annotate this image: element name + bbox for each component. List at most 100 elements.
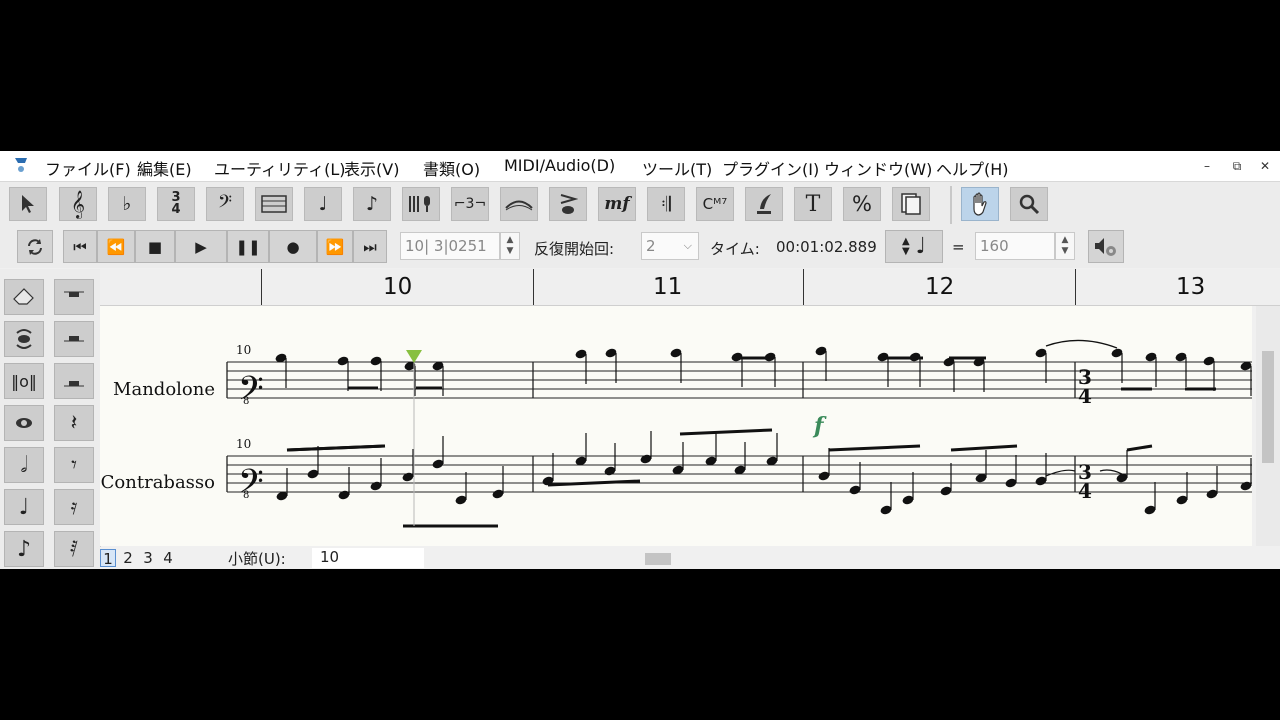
- page-layout-tool-button[interactable]: [892, 187, 930, 221]
- key-signature-tool-button[interactable]: ♭: [108, 187, 146, 221]
- hand-grabber-tool-button[interactable]: [961, 187, 999, 221]
- ruler-measure-number[interactable]: 13: [1176, 274, 1205, 300]
- quarter-note-icon: ♩: [18, 494, 30, 520]
- tie: [1045, 469, 1076, 477]
- time-value: 00:01:02.889: [776, 238, 877, 256]
- rewind-icon: ⏪: [106, 237, 126, 256]
- vertical-scrollbar[interactable]: [1256, 306, 1280, 546]
- eighth-rest-button[interactable]: 𝄾: [54, 447, 94, 483]
- repeat-start-select[interactable]: 2 ⌵: [641, 232, 699, 260]
- page-3-button[interactable]: 3: [140, 549, 156, 567]
- half-note-button[interactable]: 𝅗𝅥: [4, 447, 44, 483]
- half-rest-button[interactable]: [54, 321, 94, 357]
- stop-button[interactable]: ■: [135, 230, 175, 263]
- minimize-button[interactable]: –: [1192, 154, 1222, 178]
- text-tool-button[interactable]: T: [794, 187, 832, 221]
- measure-tool-button[interactable]: [255, 187, 293, 221]
- simple-entry-button[interactable]: ♩: [304, 187, 342, 221]
- vertical-scroll-thumb[interactable]: [1262, 351, 1274, 463]
- eraser-button[interactable]: [4, 279, 44, 315]
- double-whole-note-button[interactable]: ‖o‖: [4, 363, 44, 399]
- menu-help[interactable]: ヘルプ(H): [936, 156, 1009, 180]
- page-4-button[interactable]: 4: [160, 549, 176, 567]
- rewind-button[interactable]: ⏪: [97, 230, 135, 263]
- clef-tool-button[interactable]: 𝄢: [206, 187, 244, 221]
- whole-note-button[interactable]: [4, 405, 44, 441]
- zoom-tool-button[interactable]: [1010, 187, 1048, 221]
- ruler-measure-number[interactable]: 10: [383, 274, 412, 300]
- horizontal-scroll-thumb[interactable]: [645, 553, 671, 565]
- page-1-button[interactable]: 1: [100, 549, 116, 568]
- tempo-unit-button[interactable]: ▲ ▼ ♩: [885, 230, 943, 263]
- menu-plugins[interactable]: プラグイン(I): [722, 156, 819, 180]
- hyperscribe-icon: [409, 196, 430, 212]
- menu-edit[interactable]: 編集(E): [137, 156, 192, 180]
- score-canvas[interactable]: Mandolone Contrabasso 10 10 𝄢 𝄢 8 8 3 4 …: [100, 306, 1252, 546]
- staff-tool-button[interactable]: 𝄞: [59, 187, 97, 221]
- menu-tools[interactable]: ツール(T): [642, 156, 712, 180]
- menu-midi-audio[interactable]: MIDI/Audio(D): [504, 156, 615, 175]
- measure-field[interactable]: 10: [312, 548, 424, 568]
- quarter-note-button[interactable]: ♩: [4, 489, 44, 525]
- sixteenth-rest-icon: 𝄿: [70, 494, 78, 520]
- staff-name-contrabasso[interactable]: Contrabasso: [101, 472, 215, 493]
- position-spinner[interactable]: ▲ ▼: [500, 232, 520, 260]
- score-notation[interactable]: Mandolone Contrabasso 10 10 𝄢 𝄢 8 8 3 4 …: [100, 306, 1252, 546]
- tempo-field[interactable]: 160: [975, 232, 1055, 260]
- position-counter-field[interactable]: 10| 3|0251: [400, 232, 500, 260]
- menu-window[interactable]: ウィンドウ(W): [824, 156, 932, 180]
- repeat-tool-button[interactable]: 𝄇: [647, 187, 685, 221]
- fast-forward-button[interactable]: ⏩: [317, 230, 353, 263]
- selection-tool-button[interactable]: [9, 187, 47, 221]
- lyrics-tool-button[interactable]: [745, 187, 783, 221]
- spin-down-icon: ▼: [506, 246, 514, 256]
- finale-window: ファイル(F) 編集(E) ユーティリティ(L) 表示(V) 書類(O) MID…: [0, 151, 1280, 569]
- time-signature-tool-button[interactable]: 34: [157, 187, 195, 221]
- close-button[interactable]: ✕: [1250, 154, 1280, 178]
- menu-file[interactable]: ファイル(F): [45, 156, 131, 180]
- half-rest-alt-button[interactable]: [54, 363, 94, 399]
- articulation-tool-button[interactable]: [549, 187, 587, 221]
- half-rest-icon: [64, 336, 84, 342]
- smart-shape-tool-button[interactable]: [500, 187, 538, 221]
- resize-tool-button[interactable]: %: [843, 187, 881, 221]
- eighth-note-button[interactable]: ♪: [4, 531, 44, 567]
- fast-forward-icon: ⏩: [325, 237, 345, 256]
- menu-utilities[interactable]: ユーティリティ(L): [214, 156, 345, 180]
- toolbar-separator: [950, 186, 952, 224]
- record-button[interactable]: ●: [269, 230, 317, 263]
- restore-button[interactable]: ⧉: [1222, 154, 1252, 178]
- speedy-entry-button[interactable]: ♪: [353, 187, 391, 221]
- pause-button[interactable]: ❚❚: [227, 230, 269, 263]
- dynamic-forte[interactable]: f: [812, 413, 827, 439]
- play-button[interactable]: ▶: [175, 230, 227, 263]
- percent-icon: %: [852, 192, 872, 216]
- playback-settings-button[interactable]: [1088, 230, 1124, 263]
- chevron-down-icon: ⌵: [683, 239, 692, 252]
- note[interactable]: [1239, 480, 1252, 491]
- sixteenth-rest-button[interactable]: 𝄿: [54, 489, 94, 525]
- measure-number-mandolone: 10: [236, 343, 251, 357]
- tuplet-tool-button[interactable]: ⌐3¬: [451, 187, 489, 221]
- loop-toggle-button[interactable]: [17, 230, 53, 263]
- articulation-icon: [560, 194, 578, 214]
- ruler-measure-number[interactable]: 11: [653, 274, 682, 300]
- hyperscribe-button[interactable]: [402, 187, 440, 221]
- expression-icon: mf: [604, 194, 630, 214]
- ruler-measure-number[interactable]: 12: [925, 274, 954, 300]
- tempo-spinner[interactable]: ▲ ▼: [1055, 232, 1075, 260]
- staff-name-mandolone[interactable]: Mandolone: [113, 379, 215, 400]
- skip-to-end-button[interactable]: ⏭: [353, 230, 387, 263]
- chord-tool-button[interactable]: Cᴹ⁷: [696, 187, 734, 221]
- slur: [1045, 339, 1118, 349]
- menu-document[interactable]: 書類(O): [423, 156, 480, 180]
- whole-rest-button[interactable]: [54, 279, 94, 315]
- page-2-button[interactable]: 2: [120, 549, 136, 567]
- rewind-to-start-button[interactable]: ⏮: [63, 230, 97, 263]
- thirty-second-rest-button[interactable]: 𝅀: [54, 531, 94, 567]
- quarter-rest-button[interactable]: 𝄽: [54, 405, 94, 441]
- menu-view[interactable]: 表示(V): [344, 156, 399, 180]
- notes[interactable]: [274, 339, 1252, 528]
- expression-tool-button[interactable]: mf: [598, 187, 636, 221]
- tie-toggle-button[interactable]: [4, 321, 44, 357]
